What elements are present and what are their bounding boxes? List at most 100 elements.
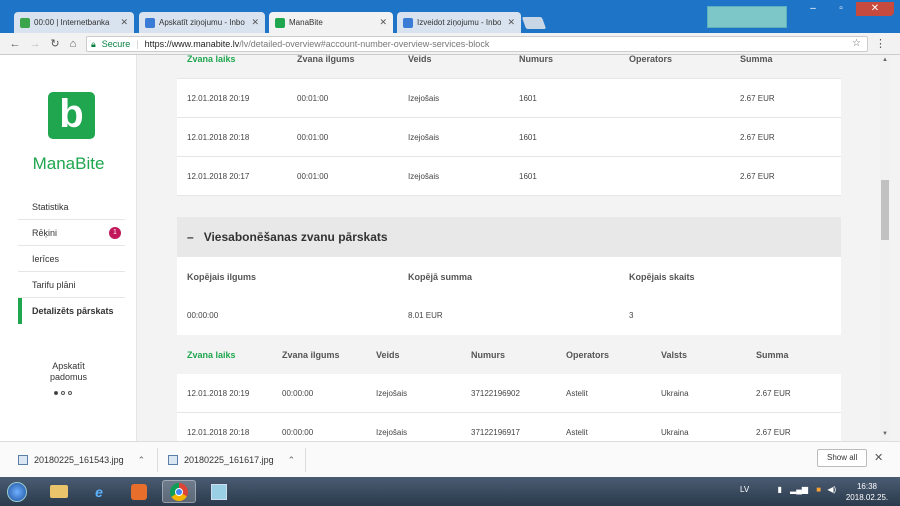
- sidebar-item-label: Rēķini: [32, 227, 58, 238]
- tips-carousel-dots: [54, 391, 72, 395]
- volume-icon[interactable]: ◀): [827, 485, 836, 494]
- call-time: 12.01.2018 20:17: [187, 171, 250, 181]
- tab-label: ManaBite: [289, 18, 323, 27]
- total-sum: 8.01 EUR: [408, 311, 443, 320]
- column-header[interactable]: Zvana laiks: [187, 335, 236, 374]
- url-host: https://www.manabite.lv: [144, 39, 240, 49]
- mail-favicon-icon: [403, 17, 413, 28]
- collapse-icon[interactable]: –: [187, 230, 194, 244]
- image-file-icon: [18, 455, 28, 465]
- summary-header: Kopējais ilgums: [187, 271, 257, 282]
- summary-header: Kopējais skaits: [629, 271, 695, 282]
- roaming-summary-table: Kopējais ilgums Kopējā summa Kopējais sk…: [177, 257, 841, 335]
- call-operator: Astelit: [566, 388, 588, 398]
- total-duration: 00:00:00: [187, 311, 219, 320]
- scrollbar-thumb[interactable]: [881, 180, 889, 240]
- call-sum: 2.67 EUR: [756, 388, 791, 398]
- call-sum: 2.67 EUR: [740, 132, 775, 142]
- tips-link[interactable]: Apskatīt padomus: [0, 361, 137, 383]
- internet-explorer-icon[interactable]: e: [82, 480, 116, 503]
- show-all-button[interactable]: Show all: [817, 449, 868, 467]
- table-row: 12.01.2018 20:18 00:00:00 Izejošais 3712…: [177, 413, 841, 441]
- table-header-row: Zvana laiks Zvana ilgums Veids Numurs Op…: [177, 55, 841, 79]
- window-close-icon[interactable]: ✕: [856, 2, 894, 16]
- back-icon[interactable]: ←: [8, 37, 22, 51]
- media-player-icon[interactable]: [122, 480, 156, 503]
- app-window-icon[interactable]: [202, 480, 236, 503]
- chevron-up-icon[interactable]: ⌃: [288, 455, 296, 466]
- language-indicator[interactable]: LV: [740, 485, 749, 494]
- network-icon[interactable]: ▮: [777, 485, 781, 494]
- call-sum: 2.67 EUR: [756, 427, 791, 437]
- column-header: Summa: [756, 349, 789, 360]
- address-bar[interactable]: 🔒︎ Secure | https://www.manabite.lv /lv/…: [86, 36, 868, 52]
- mail-favicon-icon: [145, 17, 155, 28]
- tab-inbox-compose[interactable]: Izveidot ziņojumu - Inbo ✕: [397, 12, 521, 33]
- new-tab-button[interactable]: [521, 17, 547, 29]
- column-header: Numurs: [519, 55, 554, 64]
- carousel-dot[interactable]: [61, 391, 65, 395]
- carousel-dot[interactable]: [68, 391, 72, 395]
- forward-icon[interactable]: →: [28, 37, 42, 51]
- image-file-icon: [168, 455, 178, 465]
- home-icon[interactable]: ⌂: [66, 37, 80, 51]
- summary-values-row: 00:00:00 8.01 EUR 3: [177, 296, 841, 335]
- call-operator: Astelit: [566, 427, 588, 437]
- sidebar-item-ierices[interactable]: Ierīces: [18, 246, 125, 272]
- chrome-icon[interactable]: [162, 480, 196, 503]
- bookmark-star-icon[interactable]: ☆: [852, 38, 861, 49]
- roaming-section-header[interactable]: – Viesabonēšanas zvanu pārskats: [177, 217, 841, 257]
- table-header-row: Zvana laiks Zvana ilgums Veids Numurs Op…: [177, 335, 841, 374]
- column-header: Operators: [566, 349, 610, 360]
- call-number: 1601: [519, 132, 537, 142]
- download-item[interactable]: 20180225_161543.jpg ⌃: [18, 450, 145, 470]
- chevron-up-icon[interactable]: ⌃: [138, 455, 146, 466]
- maximize-icon[interactable]: ▫: [828, 2, 854, 16]
- column-header: Veids: [408, 55, 432, 64]
- carousel-dot[interactable]: [54, 391, 58, 395]
- call-duration: 00:01:00: [297, 132, 329, 142]
- minimize-icon[interactable]: –: [800, 2, 826, 16]
- browser-tab-strip: 00:00 | Internetbanka ✕ Apskatīt ziņojum…: [0, 0, 900, 33]
- download-item[interactable]: 20180225_161617.jpg ⌃: [168, 450, 295, 470]
- close-icon[interactable]: ✕: [379, 17, 387, 28]
- call-number: 37122196902: [471, 388, 520, 398]
- scroll-down-icon[interactable]: ▼: [881, 431, 889, 437]
- close-icon[interactable]: ✕: [120, 17, 128, 28]
- brand-name: ManaBite: [32, 154, 105, 173]
- close-icon[interactable]: ✕: [251, 17, 259, 28]
- call-type: Izejošais: [408, 93, 440, 103]
- start-button-icon[interactable]: [2, 480, 32, 503]
- browser-menu-icon[interactable]: ⋮: [875, 37, 886, 50]
- table-row: 12.01.2018 20:19 00:01:00 Izejošais 1601…: [177, 79, 841, 118]
- sidebar-item-label: Ierīces: [32, 253, 60, 264]
- call-duration: 00:00:00: [282, 427, 314, 437]
- vertical-scrollbar[interactable]: ▲ ▼: [880, 55, 890, 441]
- call-time: 12.01.2018 20:19: [187, 93, 250, 103]
- reload-icon[interactable]: ↻: [48, 37, 62, 51]
- call-number: 37122196917: [471, 427, 520, 437]
- file-explorer-icon[interactable]: [42, 480, 76, 503]
- scroll-up-icon[interactable]: ▲: [881, 57, 889, 63]
- sidebar-item-detalizets-parskats[interactable]: Detalizēts pārskats: [18, 298, 125, 324]
- manabite-logo-icon[interactable]: b: [48, 92, 95, 139]
- sidebar-item-rekini[interactable]: Rēķini 1: [18, 220, 125, 246]
- clock-time: 16:38: [856, 482, 878, 491]
- signal-icon[interactable]: ▂▄▆: [790, 485, 808, 494]
- sidebar-item-statistika[interactable]: Statistika: [18, 194, 125, 220]
- tab-internetbanka[interactable]: 00:00 | Internetbanka ✕: [14, 12, 134, 33]
- notification-icon[interactable]: ■: [816, 485, 821, 494]
- call-number: 1601: [519, 171, 537, 181]
- tab-inbox-view[interactable]: Apskatīt ziņojumu - Inbo ✕: [139, 12, 265, 33]
- tab-manabite[interactable]: ManaBite ✕: [269, 12, 393, 33]
- summary-header-row: Kopējais ilgums Kopējā summa Kopējais sk…: [177, 257, 841, 296]
- column-header: Veids: [376, 349, 400, 360]
- system-clock[interactable]: 16:38 2018.02.25.: [842, 481, 892, 503]
- call-time: 12.01.2018 20:19: [187, 388, 250, 398]
- column-header[interactable]: Zvana laiks: [187, 55, 236, 78]
- close-icon[interactable]: ✕: [507, 17, 515, 28]
- close-icon[interactable]: ✕: [874, 451, 883, 464]
- sidebar-item-tarifu-plani[interactable]: Tarifu plāni: [18, 272, 125, 298]
- bank-favicon-icon: [20, 17, 30, 28]
- tips-line-1: Apskatīt: [52, 361, 85, 371]
